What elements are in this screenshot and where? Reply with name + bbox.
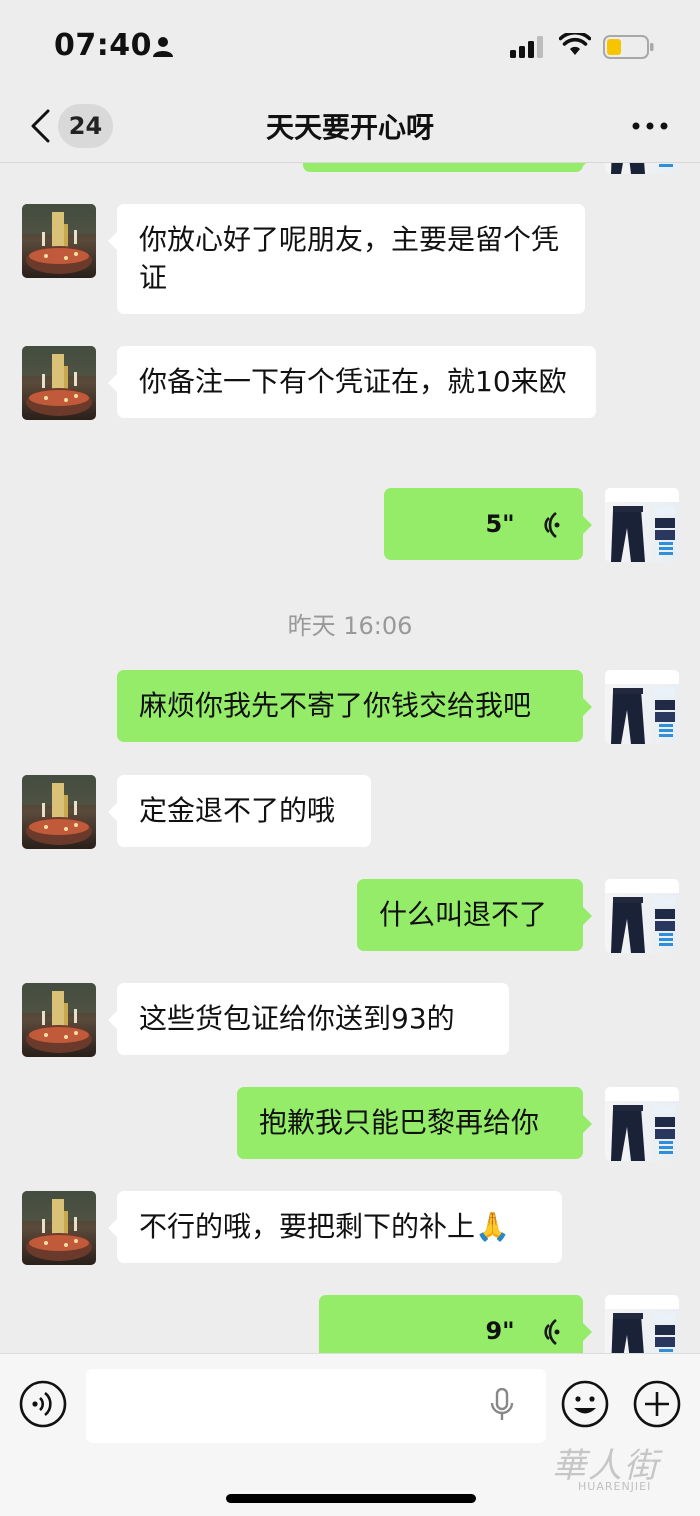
person-icon	[153, 37, 173, 57]
contact-avatar[interactable]	[22, 204, 96, 278]
mic-icon[interactable]	[489, 1388, 515, 1422]
message-input[interactable]	[86, 1369, 546, 1443]
contact-avatar[interactable]	[22, 346, 96, 420]
message-bubble[interactable]: 抱歉我只能巴黎再给你	[237, 1087, 592, 1159]
user-avatar[interactable]	[605, 670, 679, 744]
chat-title: 天天要开心呀	[265, 111, 434, 144]
message-bubble[interactable]: 你放心好了呢朋友，主要是留个凭证	[108, 204, 585, 314]
chat-area[interactable]: 你放心好了呢朋友，主要是留个凭证 你备注一下有个凭证在，就10来欧 5" 昨天 …	[0, 0, 700, 1353]
contact-avatar[interactable]	[22, 775, 96, 849]
message-bubble[interactable]: 不行的哦，要把剩下的补上🙏	[108, 1191, 562, 1263]
status-bar: 07:40	[0, 0, 700, 90]
message-bubble[interactable]: 定金退不了的哦	[108, 775, 371, 847]
clock: 07:40	[54, 28, 152, 63]
message-bubble[interactable]: 麻烦你我先不寄了你钱交给我吧	[117, 670, 592, 742]
timestamp: 昨天 16:06	[287, 612, 413, 640]
message-bubble[interactable]: 什么叫退不了	[357, 879, 592, 951]
watermark-subtitle: HUARENJIEI	[578, 1480, 652, 1493]
voice-message-bubble[interactable]: 9"	[319, 1295, 592, 1353]
battery-icon	[603, 35, 654, 59]
input-bar: 華人街 HUARENJIEI	[0, 1353, 700, 1516]
voice-wave-icon	[544, 1318, 560, 1346]
wifi-icon	[559, 33, 591, 55]
contact-avatar[interactable]	[22, 1191, 96, 1265]
message-bubble[interactable]: 你备注一下有个凭证在，就10来欧	[108, 346, 596, 418]
message-bubble[interactable]: 这些货包证给你送到93的	[108, 983, 509, 1055]
watermark: 華人街 HUARENJIEI	[548, 1446, 698, 1502]
plus-icon[interactable]	[632, 1379, 682, 1429]
voice-mode-icon[interactable]	[18, 1379, 68, 1429]
cellular-signal-icon	[510, 36, 543, 58]
voice-duration: 9"	[485, 1317, 515, 1345]
nav-bar: 24 天天要开心呀	[0, 90, 700, 163]
user-avatar[interactable]	[605, 1087, 679, 1161]
user-avatar[interactable]	[605, 879, 679, 953]
voice-duration: 5"	[485, 510, 515, 538]
user-avatar[interactable]	[605, 1295, 679, 1353]
user-avatar[interactable]	[605, 488, 679, 562]
emoji-icon[interactable]	[560, 1379, 610, 1429]
contact-avatar[interactable]	[22, 983, 96, 1057]
voice-wave-icon	[544, 511, 560, 539]
voice-message-bubble[interactable]: 5"	[384, 488, 592, 560]
more-dots-icon[interactable]	[630, 120, 670, 132]
home-indicator[interactable]	[226, 1494, 476, 1503]
